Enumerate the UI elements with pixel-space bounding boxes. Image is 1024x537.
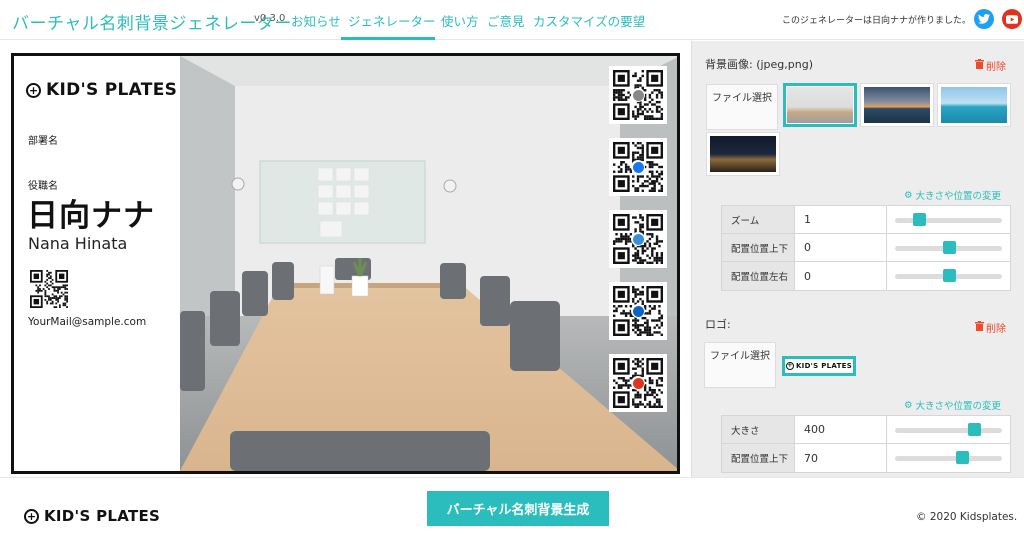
vertical-position-slider-handle[interactable]: [942, 241, 956, 254]
logo-size-label: 大きさ: [722, 416, 795, 443]
logo-size-slider[interactable]: [887, 416, 1010, 443]
vertical-position-input[interactable]: 0: [795, 234, 887, 261]
logo-adjust-link[interactable]: ⚙ 大きさや位置の変更: [904, 398, 1002, 413]
logo-vertical-slider[interactable]: [887, 444, 1010, 472]
zoom-input[interactable]: 1: [795, 206, 887, 233]
business-card-preview: + KID'S PLATES 部署名 役職名 日向ナナ Nana Hinata …: [11, 53, 680, 474]
zoom-slider[interactable]: [887, 206, 1010, 233]
horizontal-position-slider[interactable]: [887, 262, 1010, 290]
logo-size-row: 大きさ 400: [722, 416, 1010, 444]
delete-label: 削除: [986, 324, 1006, 335]
delete-background-button[interactable]: 削除: [975, 58, 1006, 73]
footer: + KID'S PLATES バーチャル名刺背景生成 © 2020 Kidspl…: [0, 477, 1024, 537]
logo-thumb-text: KID'S PLATES: [795, 362, 853, 370]
zoom-row: ズーム 1: [722, 206, 1010, 234]
background-image-label: 背景画像: (jpeg,png): [705, 58, 814, 71]
zoom-slider-handle[interactable]: [912, 213, 926, 226]
vertical-position-row: 配置位置上下 0: [722, 234, 1010, 262]
infinity-icon: [631, 232, 645, 246]
horizontal-position-input[interactable]: 0: [795, 262, 887, 290]
background-controls-table: ズーム 1 配置位置上下 0 配置位置左右 0: [721, 205, 1011, 291]
card-qr-code: [30, 270, 68, 308]
nav-feedback[interactable]: ご意見: [487, 11, 525, 30]
vertical-position-slider[interactable]: [887, 234, 1010, 261]
plus-circle-icon: +: [26, 82, 41, 98]
logo-vertical-slider-handle[interactable]: [956, 451, 970, 464]
top-header: バーチャル名刺背景ジェネレーター v0.3.0 お知らせ ジェネレーター 使い方…: [0, 0, 1024, 40]
footer-logo-text: KID'S PLATES: [44, 507, 161, 525]
background-thumb-meeting-room[interactable]: [783, 83, 857, 127]
youtube-icon: [631, 376, 645, 390]
trash-icon: [975, 321, 984, 334]
nav-generator[interactable]: ジェネレーター: [348, 11, 436, 30]
card-department: 部署名: [28, 136, 58, 147]
card-info-panel: + KID'S PLATES 部署名 役職名 日向ナナ Nana Hinata …: [14, 56, 180, 471]
card-logo: + KID'S PLATES: [26, 80, 177, 100]
card-name: 日向ナナ: [27, 198, 155, 234]
horizontal-position-slider-handle[interactable]: [942, 269, 956, 282]
nav-news[interactable]: お知らせ: [291, 11, 341, 30]
generate-button[interactable]: バーチャル名刺背景生成: [427, 491, 609, 526]
logo-label: ロゴ:: [705, 318, 731, 331]
meeting-room-photo: [180, 56, 677, 471]
logo-vertical-input[interactable]: 70: [795, 444, 887, 472]
logo-size-slider-handle[interactable]: [968, 423, 982, 436]
background-thumb-blue-sea[interactable]: [937, 83, 1011, 127]
nav-active-indicator: [341, 37, 435, 40]
qr-link: [609, 66, 667, 124]
plus-circle-icon: +: [785, 362, 794, 370]
logo-controls-table: 大きさ 400 配置位置上下 70: [721, 415, 1011, 473]
logo-thumbnail[interactable]: + KID'S PLATES: [782, 356, 856, 376]
nav-customize-request[interactable]: カスタマイズの要望: [533, 11, 645, 30]
site-title[interactable]: バーチャル名刺背景ジェネレーター: [12, 9, 292, 34]
logo-size-input[interactable]: 400: [795, 416, 887, 443]
qr-facebook: [609, 138, 667, 196]
background-adjust-label: 大きさや位置の変更: [915, 191, 1002, 202]
facebook-icon: [631, 160, 645, 174]
footer-logo[interactable]: + KID'S PLATES: [24, 507, 160, 525]
logo-vertical-row: 配置位置上下 70: [722, 444, 1010, 472]
delete-logo-button[interactable]: 削除: [975, 320, 1006, 335]
background-file-select-button[interactable]: ファイル選択: [706, 84, 778, 130]
qr-infinity: [609, 210, 667, 268]
logo-file-select-button[interactable]: ファイル選択: [704, 342, 776, 388]
horizontal-position-label: 配置位置左右: [722, 262, 795, 290]
author-credit: このジェネレーターは日向ナナが作りました。: [782, 16, 972, 26]
delete-label: 削除: [986, 62, 1006, 73]
twitter-icon[interactable]: [974, 9, 994, 29]
qr-youtube: [609, 354, 667, 412]
horizontal-position-row: 配置位置左右 0: [722, 262, 1010, 290]
plus-circle-icon: +: [24, 508, 39, 524]
copyright: © 2020 Kidsplates.: [916, 511, 1018, 523]
card-email: YourMail@sample.com: [28, 316, 147, 328]
background-thumb-night-building[interactable]: [706, 132, 780, 176]
qr-linkedin: [609, 282, 667, 340]
nav-how-to-use[interactable]: 使い方: [441, 11, 479, 30]
gear-icon: ⚙: [904, 189, 913, 201]
logo-adjust-label: 大きさや位置の変更: [915, 401, 1002, 412]
zoom-label: ズーム: [722, 206, 795, 233]
card-logo-text: KID'S PLATES: [46, 80, 178, 100]
background-thumb-sunset-sea[interactable]: [860, 83, 934, 127]
link-icon: [631, 88, 645, 102]
background-adjust-link[interactable]: ⚙ 大きさや位置の変更: [904, 188, 1002, 203]
trash-icon: [975, 59, 984, 72]
card-preview-area: + KID'S PLATES 部署名 役職名 日向ナナ Nana Hinata …: [0, 41, 691, 477]
settings-panel: 背景画像: (jpeg,png) 削除 ファイル選択 ⚙ 大きさや位置の変更 ズ…: [691, 41, 1024, 477]
card-name-roman: Nana Hinata: [28, 234, 128, 253]
vertical-position-label: 配置位置上下: [722, 234, 795, 261]
linkedin-icon: [631, 304, 645, 318]
gear-icon: ⚙: [904, 399, 913, 411]
version-label: v0.3.0: [254, 13, 286, 24]
logo-vertical-label: 配置位置上下: [722, 444, 795, 472]
youtube-icon[interactable]: [1002, 9, 1022, 29]
